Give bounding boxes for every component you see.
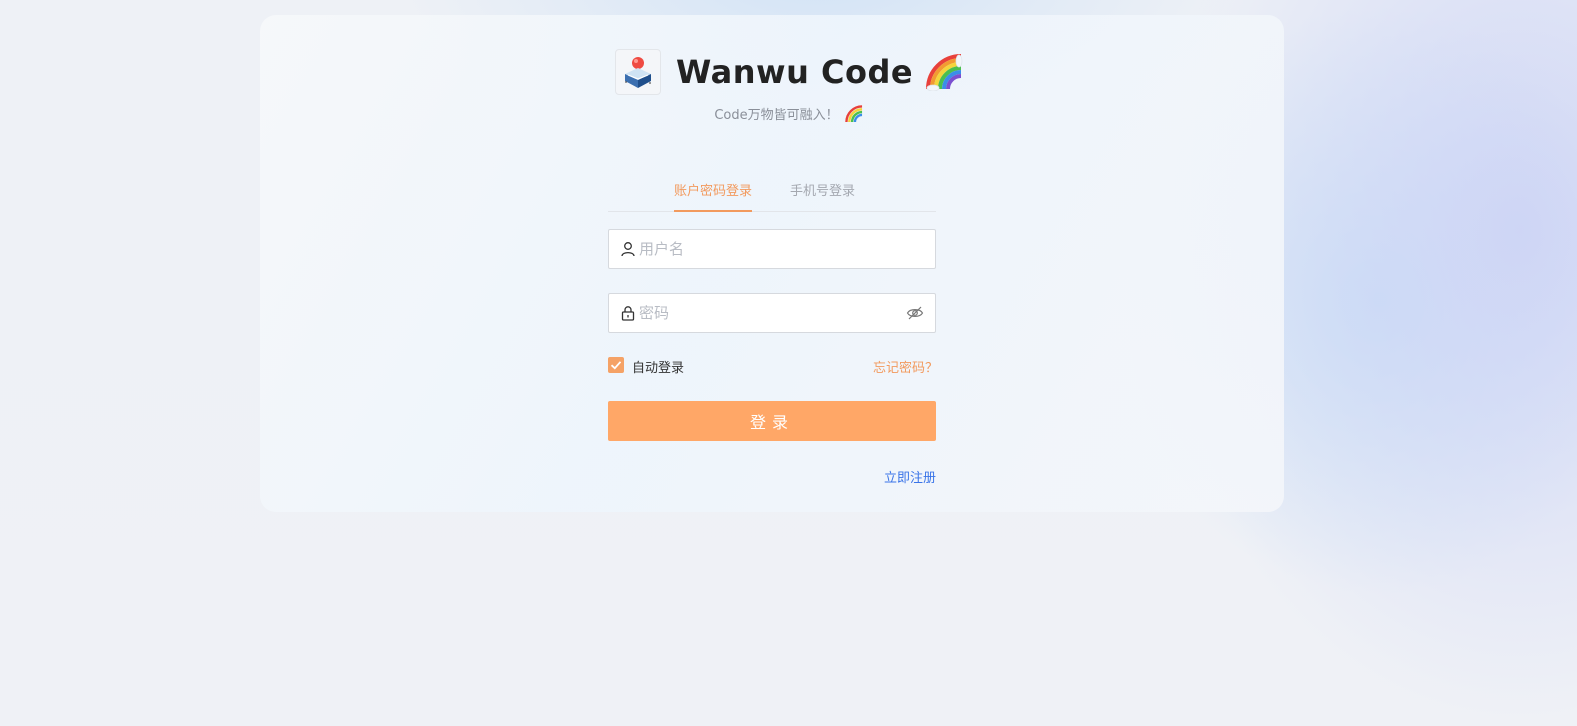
tab-phone[interactable]: 手机号登录 [790,180,855,210]
subtitle-text: Code万物皆可融入！ [714,108,839,123]
brand-logo-icon [615,49,661,95]
tab-account-password[interactable]: 账户密码登录 [674,180,753,212]
register-link[interactable]: 立即注册 [836,467,936,486]
login-tabs: 账户密码登录 手机号登录 [608,172,936,212]
eye-off-icon[interactable] [906,305,924,321]
username-field [608,229,936,269]
remember-row: 自动登录 忘记密码？ [608,357,938,376]
rainbow-icon [926,54,963,91]
password-input[interactable] [639,294,899,332]
brand-title: Wanwu Code [676,53,914,91]
lock-icon [621,306,635,321]
subtitle: Code万物皆可融入！ [0,104,1577,123]
login-button[interactable]: 登录 [608,401,936,441]
brand-header: Wanwu Code [615,48,963,96]
remember-checkbox[interactable] [608,357,624,373]
check-icon [610,361,622,370]
rainbow-small-icon [844,105,862,123]
forgot-password-link[interactable]: 忘记密码？ [873,357,938,376]
username-input[interactable] [639,230,899,268]
remember-label[interactable]: 自动登录 [632,357,684,376]
user-icon [621,242,635,257]
password-field [608,293,936,333]
